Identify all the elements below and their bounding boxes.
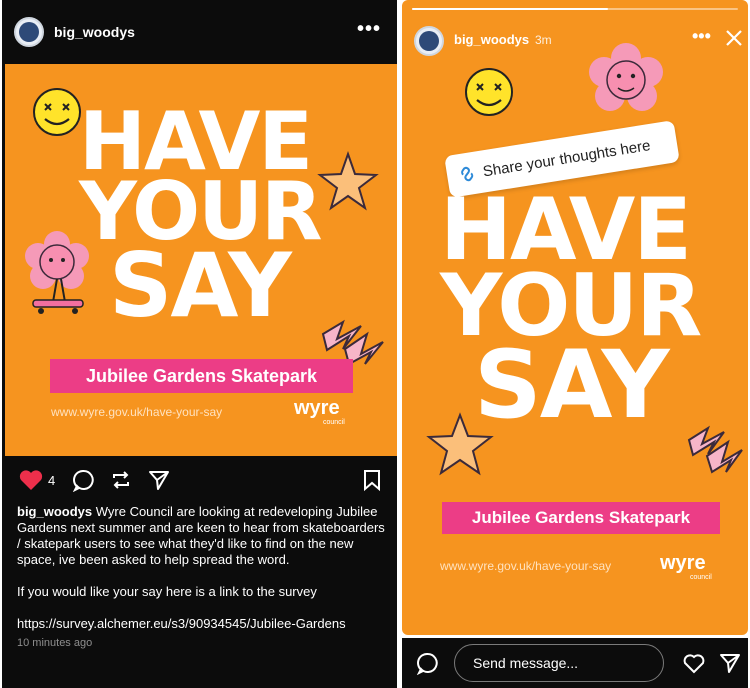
like-heart-icon[interactable] [18, 468, 44, 492]
post-actions: 4 [2, 456, 397, 504]
lightning-icon [321, 319, 384, 366]
save-bookmark-icon[interactable] [362, 468, 382, 492]
survey-url-text: www.wyre.gov.uk/have-your-say [51, 405, 223, 419]
post-username[interactable]: big_woodys [54, 24, 135, 40]
lightning-icon [687, 425, 743, 474]
avatar[interactable] [14, 17, 44, 47]
send-message-placeholder: Send message... [473, 655, 579, 671]
smiley-sticker-icon [465, 68, 513, 116]
repost-icon[interactable] [109, 468, 133, 492]
story-headline-say: SAY [474, 331, 670, 440]
story-like-heart-icon[interactable] [682, 652, 706, 674]
story-share-icon[interactable] [718, 651, 742, 675]
survey-link[interactable]: https://survey.alchemer.eu/s3/90934545/J… [17, 616, 385, 632]
story-wyre-logo-sub: council [690, 574, 712, 581]
post-header: big_woodys ••• [2, 0, 397, 64]
skatepark-banner: Jubilee Gardens Skatepark [50, 359, 353, 393]
camera-comment-icon[interactable] [416, 651, 440, 675]
headline-say: SAY [109, 234, 292, 337]
story-survey-url: www.wyre.gov.uk/have-your-say [440, 559, 612, 573]
smiley-sticker-icon [33, 88, 81, 136]
caption-paragraph-2: If you would like your say here is a lin… [17, 584, 317, 599]
share-send-icon[interactable] [147, 468, 171, 492]
flower-mascot-icon [589, 43, 663, 111]
feed-post: big_woodys ••• HAVE YOUR SAY Jubilee Gar… [2, 0, 397, 688]
story-view[interactable]: big_woodys 3m ••• Share your thoughts he… [402, 0, 748, 635]
story-reply-bar: Send message... [402, 638, 748, 688]
like-count: 4 [48, 473, 56, 488]
post-image[interactable]: HAVE YOUR SAY Jubilee Gardens Skatepark … [5, 64, 397, 456]
wyre-logo: wyre [294, 397, 340, 419]
post-timestamp: 10 minutes ago [17, 637, 93, 649]
star-icon [317, 150, 379, 211]
post-caption: big_woodys Wyre Council are looking at r… [17, 504, 385, 651]
send-message-input[interactable]: Send message... [454, 644, 664, 682]
wyre-logo-sub: council [323, 419, 345, 426]
caption-username[interactable]: big_woodys [17, 504, 92, 519]
more-options-icon[interactable]: ••• [357, 18, 381, 41]
story-skatepark-banner: Jubilee Gardens Skatepark [442, 502, 720, 534]
comment-icon[interactable] [72, 468, 96, 492]
story-wyre-logo: wyre [660, 552, 706, 574]
